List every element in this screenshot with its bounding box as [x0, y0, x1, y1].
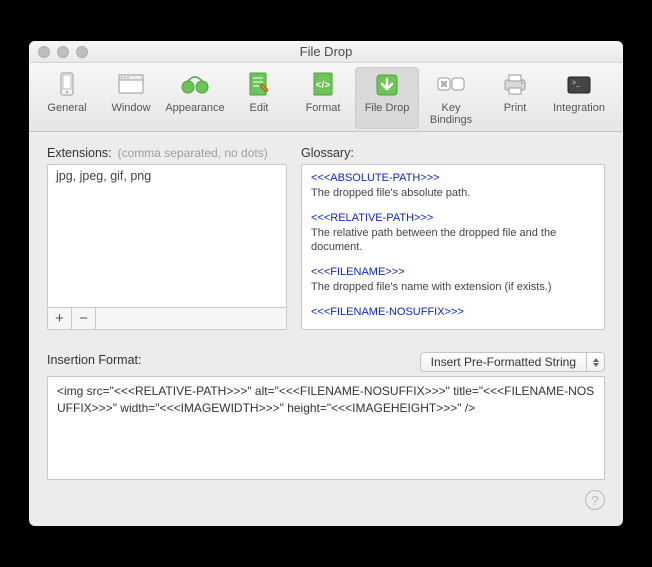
tab-print[interactable]: Print	[483, 67, 547, 129]
window-title: File Drop	[29, 44, 623, 59]
titlebar: File Drop	[29, 41, 623, 63]
dropdown-value: Insert Pre-Formatted String	[421, 355, 586, 369]
window-controls	[38, 46, 88, 58]
glossary-key: <<<RELATIVE-PATH>>>	[311, 211, 595, 226]
tab-label: Print	[483, 102, 547, 114]
glossary-key: <<<FILENAME>>>	[311, 265, 595, 280]
svg-text:>_: >_	[572, 80, 580, 87]
glossary-key: <<<ABSOLUTE-PATH>>>	[311, 171, 595, 186]
glossary-label: Glossary:	[301, 146, 605, 160]
zoom-icon[interactable]	[76, 46, 88, 58]
tab-label: Edit	[227, 102, 291, 114]
key-bindings-icon: ⌘	[436, 71, 466, 99]
preferences-window: File Drop General Window Appearance Edit	[29, 41, 623, 526]
tab-label: Window	[99, 102, 163, 114]
extensions-list-footer: + −	[47, 308, 287, 330]
glossary-desc: The relative path between the dropped fi…	[311, 226, 595, 256]
integration-icon: >_	[564, 71, 594, 99]
tab-window[interactable]: Window	[99, 67, 163, 129]
tab-label: File Drop	[355, 102, 419, 114]
tab-general[interactable]: General	[35, 67, 99, 129]
content-pane: Extensions:(comma separated, no dots) jp…	[29, 132, 623, 526]
tab-key-bindings[interactable]: ⌘ Key Bindings	[419, 67, 483, 129]
extensions-list[interactable]: jpg, jpeg, gif, png	[47, 164, 287, 308]
help-button[interactable]: ?	[585, 490, 605, 510]
glossary-key: <<<FILENAME-NOSUFFIX>>>	[311, 305, 595, 320]
glossary-desc: The dropped file's absolute path.	[311, 186, 595, 201]
list-item[interactable]: jpg, jpeg, gif, png	[48, 165, 286, 187]
add-button[interactable]: +	[48, 308, 72, 329]
file-drop-icon	[372, 71, 402, 99]
tab-label: Integration	[547, 102, 611, 114]
tab-format[interactable]: </> Format	[291, 67, 355, 129]
insertion-format-textarea[interactable]: <img src="<<<RELATIVE-PATH>>>" alt="<<<F…	[47, 376, 605, 480]
tab-integration[interactable]: >_ Integration	[547, 67, 611, 129]
glossary-box[interactable]: <<<ABSOLUTE-PATH>>> The dropped file's a…	[301, 164, 605, 330]
print-icon	[500, 71, 530, 99]
chevron-updown-icon	[586, 353, 604, 371]
insertion-format-label: Insertion Format:	[47, 353, 141, 367]
remove-button[interactable]: −	[72, 308, 96, 329]
tab-label: Key Bindings	[419, 102, 483, 126]
preferences-toolbar: General Window Appearance Edit </> Forma…	[29, 63, 623, 132]
glossary-desc: The dropped file's name with extension (…	[311, 280, 595, 295]
general-icon	[52, 71, 82, 99]
svg-text:⌘: ⌘	[440, 80, 448, 89]
edit-icon	[244, 71, 274, 99]
insert-preformatted-dropdown[interactable]: Insert Pre-Formatted String	[420, 352, 605, 372]
minimize-icon[interactable]	[57, 46, 69, 58]
svg-text:</>: </>	[316, 80, 331, 91]
extensions-label: Extensions:(comma separated, no dots)	[47, 146, 287, 160]
tab-label: Format	[291, 102, 355, 114]
tab-edit[interactable]: Edit	[227, 67, 291, 129]
close-icon[interactable]	[38, 46, 50, 58]
window-icon	[116, 71, 146, 99]
tab-file-drop[interactable]: File Drop	[355, 67, 419, 129]
appearance-icon	[180, 71, 210, 99]
tab-label: Appearance	[163, 102, 227, 114]
tab-appearance[interactable]: Appearance	[163, 67, 227, 129]
format-icon: </>	[308, 71, 338, 99]
tab-label: General	[35, 102, 99, 114]
